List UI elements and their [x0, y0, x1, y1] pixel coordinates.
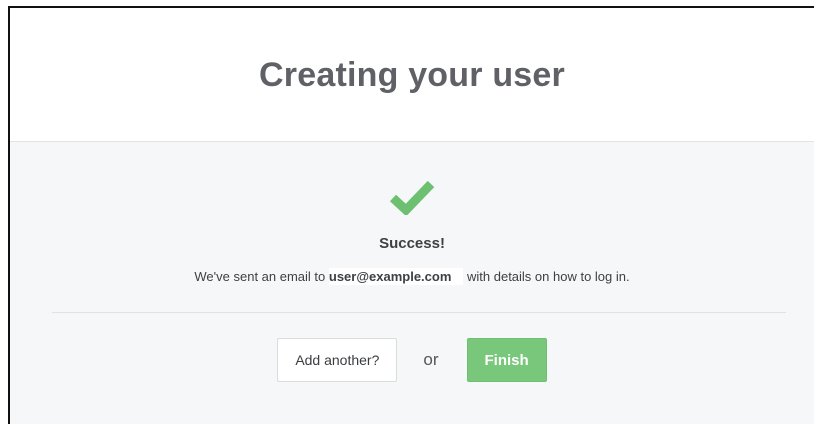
- checkmark-icon: [389, 180, 435, 215]
- success-heading: Success!: [379, 235, 445, 252]
- message-prefix: We've sent an email to: [194, 269, 329, 284]
- email-address: user@example.com: [328, 268, 464, 285]
- finish-button[interactable]: Finish: [466, 338, 547, 382]
- add-another-button[interactable]: Add another?: [277, 338, 398, 382]
- dialog-header: Creating your user: [10, 8, 814, 142]
- divider: [52, 312, 786, 313]
- or-separator: or: [423, 350, 439, 369]
- message-suffix: with details on how to log in.: [463, 269, 630, 284]
- dialog-title: Creating your user: [259, 56, 565, 94]
- dialog: Creating your user Success! We've sent a…: [8, 6, 814, 424]
- action-bar: Add another? or Finish: [10, 338, 814, 382]
- confirmation-message: We've sent an email to user@example.com …: [10, 268, 814, 285]
- dialog-body: Success! We've sent an email to user@exa…: [10, 142, 814, 424]
